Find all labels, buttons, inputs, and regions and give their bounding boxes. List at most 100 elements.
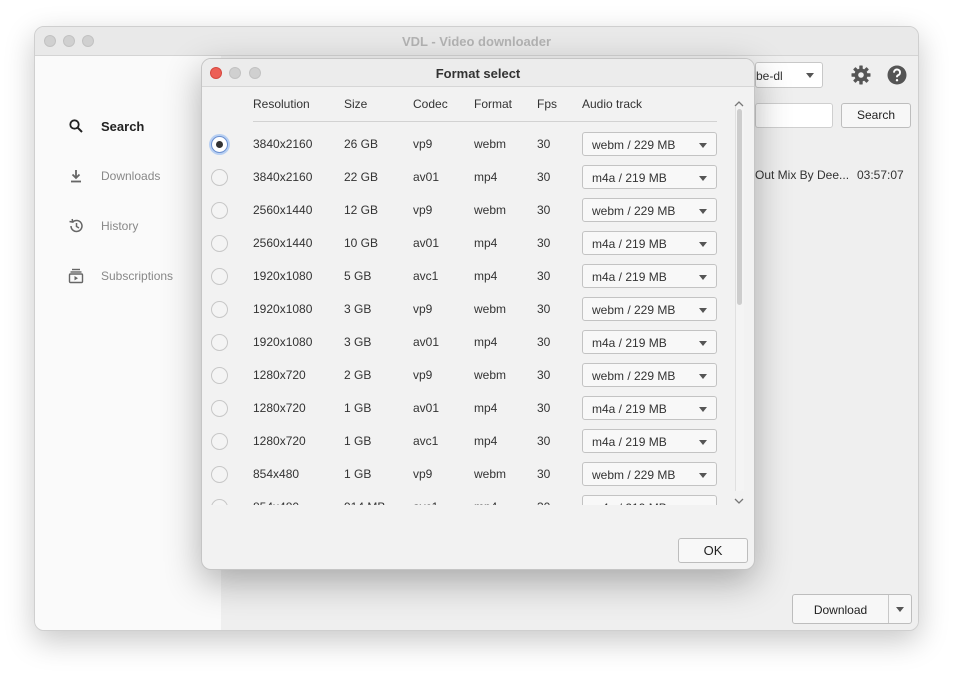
format-radio[interactable] [211,466,228,483]
format-row[interactable]: 854x480 1 GB vp9 webm 30 webm / 229 MB [202,457,732,490]
audio-track-select[interactable]: m4a / 219 MB [582,165,717,189]
format-row[interactable]: 2560x1440 10 GB av01 mp4 30 m4a / 219 MB [202,226,732,259]
cell-codec: vp9 [413,368,433,382]
format-radio[interactable] [211,301,228,318]
cell-resolution: 1920x1080 [253,269,313,283]
audio-track-select[interactable]: m4a / 219 MB [582,429,717,453]
header-size[interactable]: Size [344,97,367,111]
cell-size: 3 GB [344,302,372,316]
format-row[interactable]: 3840x2160 26 GB vp9 webm 30 webm / 229 MB [202,127,732,160]
format-radio[interactable] [211,202,228,219]
format-radio[interactable] [211,268,228,285]
format-radio[interactable] [211,334,228,351]
cell-fps: 30 [537,500,550,505]
cell-fps: 30 [537,368,551,382]
header-format[interactable]: Format [474,97,512,111]
audio-track-value: m4a / 219 MB [592,336,667,350]
search-input[interactable] [755,103,833,128]
audio-track-select[interactable]: webm / 229 MB [582,297,717,321]
sidebar-item-subscriptions[interactable]: Subscriptions [67,265,173,287]
format-row[interactable]: 1280x720 2 GB vp9 webm 30 webm / 229 MB [202,358,732,391]
audio-track-select[interactable]: m4a / 219 MB [582,330,717,354]
chevron-down-icon [699,308,707,313]
audio-track-select[interactable]: m4a / 219 MB [582,231,717,255]
search-button[interactable]: Search [841,103,911,128]
format-row[interactable]: 2560x1440 12 GB vp9 webm 30 webm / 229 MB [202,193,732,226]
help-icon[interactable] [887,65,907,90]
format-radio[interactable] [211,499,228,505]
sidebar-item-downloads[interactable]: Downloads [67,165,160,187]
cell-resolution: 1280x720 [253,401,306,415]
chevron-down-icon[interactable] [896,607,904,612]
audio-track-value: m4a / 219 MB [592,237,667,251]
cell-codec: av01 [413,236,440,250]
chevron-down-icon [699,275,707,280]
format-row[interactable]: 1280x720 1 GB avc1 mp4 30 m4a / 219 MB [202,424,732,457]
chevron-down-icon [699,473,707,478]
cell-fps: 30 [537,335,551,349]
cell-fps: 30 [537,203,551,217]
cell-fps: 30 [537,302,551,316]
audio-track-select[interactable]: m4a / 219 MB [582,264,717,288]
cell-size: 1 GB [344,434,372,448]
header-resolution[interactable]: Resolution [253,97,310,111]
header-audio-track[interactable]: Audio track [582,97,642,111]
cell-fps: 30 [537,467,551,481]
audio-track-select[interactable]: webm / 229 MB [582,198,717,222]
ok-button[interactable]: OK [678,538,748,563]
window-title: VDL - Video downloader [401,34,552,49]
format-row[interactable]: 1920x1080 3 GB av01 mp4 30 m4a / 219 MB [202,325,732,358]
cell-size: 22 GB [344,170,379,184]
main-titlebar: VDL - Video downloader [35,27,918,56]
audio-track-value: m4a / 219 MB [592,402,667,416]
cell-fps: 30 [537,236,551,250]
format-row[interactable]: 1920x1080 5 GB avc1 mp4 30 m4a / 219 MB [202,259,732,292]
cell-codec: vp9 [413,203,433,217]
cell-format: webm [474,467,507,481]
cell-format: mp4 [474,236,498,250]
sidebar: Search Downloads History Subscriptions [35,56,221,630]
audio-track-select[interactable]: webm / 229 MB [582,363,717,387]
cell-fps: 30 [537,401,551,415]
format-radio[interactable] [211,400,228,417]
format-radio[interactable] [211,367,228,384]
sidebar-item-search[interactable]: Search [67,115,144,137]
chevron-up-icon[interactable] [734,95,744,113]
cell-codec: vp9 [413,302,433,316]
audio-track-value: m4a / 219 MB [592,435,667,449]
cell-fps: 30 [537,434,551,448]
chevron-down-icon [699,440,707,445]
backend-select[interactable]: be-dl [755,62,823,88]
format-row[interactable]: 1920x1080 3 GB vp9 webm 30 webm / 229 MB [202,292,732,325]
cell-codec: avc1 [413,269,439,283]
format-radio[interactable] [211,433,228,450]
audio-track-select[interactable]: webm / 229 MB [582,462,717,486]
audio-track-select[interactable]: m4a / 219 MB [582,495,717,505]
format-row[interactable]: 854x480 914 MB avc1 mp4 30 m4a / 219 MB [202,490,732,505]
search-icon [67,117,85,135]
download-button-label: Download [813,603,868,617]
header-fps[interactable]: Fps [537,97,557,111]
cell-format: webm [474,368,507,382]
result-title[interactable]: Out Mix By Dee... [755,168,849,182]
audio-track-select[interactable]: webm / 229 MB [582,132,717,156]
cell-fps: 30 [537,137,551,151]
format-row[interactable]: 1280x720 1 GB av01 mp4 30 m4a / 219 MB [202,391,732,424]
cell-codec: av01 [413,335,440,349]
gear-icon[interactable] [851,65,871,90]
scrollbar-thumb[interactable] [737,109,742,305]
header-codec[interactable]: Codec [413,97,448,111]
sidebar-item-label: Subscriptions [101,269,174,283]
sidebar-item-history[interactable]: History [67,215,138,237]
audio-track-select[interactable]: m4a / 219 MB [582,396,717,420]
format-row[interactable]: 3840x2160 22 GB av01 mp4 30 m4a / 219 MB [202,160,732,193]
format-radio[interactable] [211,235,228,252]
cell-resolution: 3840x2160 [253,137,313,151]
chevron-down-icon[interactable] [734,492,744,510]
download-button[interactable]: Download [792,594,912,624]
cell-resolution: 1920x1080 [253,302,313,316]
cell-size: 1 GB [344,467,372,481]
sidebar-item-label: Search [101,118,145,134]
format-radio[interactable] [211,136,228,153]
format-radio[interactable] [211,169,228,186]
